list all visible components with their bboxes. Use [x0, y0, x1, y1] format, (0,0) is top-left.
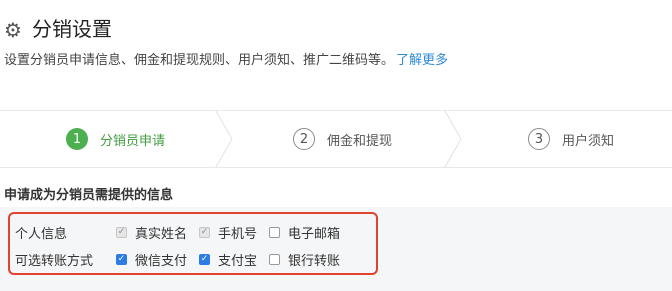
step-commission-withdrawal[interactable]: 2 佣金和提现: [293, 111, 392, 167]
option-phone[interactable]: ✓ 手机号: [199, 223, 257, 242]
step-label: 佣金和提现: [327, 133, 393, 149]
step-number: 1: [66, 128, 88, 150]
form-row-transfer-methods: 可选转账方式 ✓ 微信支付 ✓ 支付宝 银行转账: [15, 249, 352, 269]
gear-icon: ⚙: [4, 18, 22, 42]
page-title: 分销设置: [32, 17, 112, 41]
row-label: 个人信息: [15, 226, 68, 242]
option-label: 真实姓名: [135, 226, 188, 242]
row-label: 可选转账方式: [15, 253, 94, 269]
option-label: 支付宝: [218, 253, 258, 269]
step-label: 分销员申请: [100, 133, 166, 149]
step-number: 2: [293, 128, 315, 150]
learn-more-link[interactable]: 了解更多: [396, 53, 448, 68]
checkbox-checked-disabled-icon[interactable]: ✓: [116, 226, 127, 238]
checkbox-unchecked-icon[interactable]: [269, 226, 281, 238]
checkbox-checked-icon[interactable]: ✓: [116, 253, 127, 265]
section-title: 申请成为分销员需提供的信息: [4, 188, 174, 203]
option-label: 银行转账: [288, 253, 341, 269]
option-label: 手机号: [218, 226, 258, 242]
option-wechat-pay[interactable]: ✓ 微信支付: [116, 250, 187, 269]
form-row-personal-info: 个人信息 ✓ 真实姓名 ✓ 手机号 电子邮箱: [15, 222, 352, 242]
checkbox-unchecked-icon[interactable]: [269, 253, 281, 265]
step-separator-icon: [215, 111, 233, 167]
option-label: 微信支付: [135, 253, 188, 269]
option-label: 电子邮箱: [288, 226, 341, 242]
steps-bar: 1 分销员申请 2 佣金和提现 3 用户须知: [0, 110, 672, 168]
option-real-name[interactable]: ✓ 真实姓名: [116, 223, 187, 242]
step-distributor-application[interactable]: 1 分销员申请: [66, 111, 165, 167]
step-separator-icon: [444, 111, 462, 167]
step-number: 3: [528, 128, 550, 150]
checkbox-checked-icon[interactable]: ✓: [199, 253, 211, 265]
step-user-notice[interactable]: 3 用户须知: [528, 111, 614, 167]
option-email[interactable]: 电子邮箱: [269, 223, 340, 242]
distribution-settings-page: ⚙ 分销设置 设置分销员申请信息、佣金和提现规则、用户须知、推广二维码等。 了解更…: [0, 0, 672, 291]
page-header: ⚙ 分销设置 设置分销员申请信息、佣金和提现规则、用户须知、推广二维码等。 了解更…: [0, 0, 672, 100]
description-text: 设置分销员申请信息、佣金和提现规则、用户须知、推广二维码等。: [4, 53, 395, 68]
option-bank-transfer[interactable]: 银行转账: [269, 250, 340, 269]
option-alipay[interactable]: ✓ 支付宝: [199, 250, 257, 269]
step-label: 用户须知: [562, 133, 615, 149]
page-description: 设置分销员申请信息、佣金和提现规则、用户须知、推广二维码等。 了解更多: [4, 52, 448, 70]
checkbox-checked-disabled-icon[interactable]: ✓: [199, 226, 211, 238]
